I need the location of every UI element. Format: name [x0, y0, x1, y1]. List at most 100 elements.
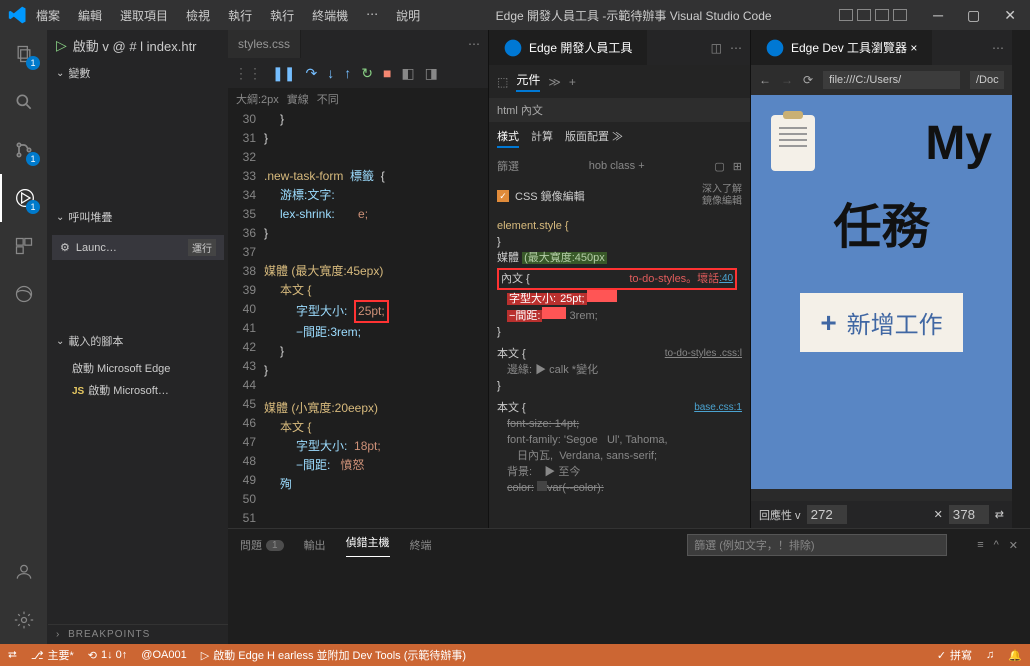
split-icon[interactable]: ◫ [711, 41, 722, 55]
user-status[interactable]: @OA001 [141, 649, 186, 661]
more-tabs[interactable]: ≫ [548, 75, 561, 89]
layout-btn-3[interactable] [875, 9, 889, 21]
height-input[interactable] [949, 505, 989, 524]
inspect-icon[interactable]: ⬚ [497, 75, 508, 89]
code-lines[interactable]: } } .new-task-form 標籤 { 游標:文字: lex-shrin… [264, 110, 488, 528]
breadcrumb[interactable]: 大綱:2px 實線 不同 [228, 88, 488, 110]
minimize-button[interactable]: ─ [927, 5, 949, 25]
back-button[interactable]: ← [759, 73, 771, 87]
activity-source-control[interactable]: 1 [0, 126, 48, 174]
layout-btn-4[interactable] [893, 9, 907, 21]
more-icon[interactable]: ⋯ [468, 37, 480, 51]
activity-settings[interactable] [0, 596, 48, 644]
styles-rules[interactable]: element.style { } 媒體 (最大寬度:450px 內文 { to… [489, 214, 750, 500]
more-icon[interactable]: ⋯ [730, 41, 742, 55]
hov-cls[interactable]: hob class + [527, 160, 706, 172]
menu-file[interactable]: 檔案 [28, 3, 68, 28]
url-bar[interactable]: file:///C:/Users/ [823, 71, 960, 89]
breakpoints-header[interactable]: › BREAKPOINTS [48, 624, 228, 644]
scripts-header[interactable]: ⌄ 載入的腳本 [48, 329, 228, 353]
maximize-button[interactable]: ▢ [961, 5, 986, 26]
tab-styles[interactable]: 様式 [497, 128, 519, 148]
activity-search[interactable] [0, 78, 48, 126]
tab-output[interactable]: 輸出 [304, 537, 326, 553]
menu-more[interactable]: ⋯ [358, 3, 386, 28]
mirror-edit-link[interactable]: 鏡像編輯 [702, 196, 742, 208]
notifications-icon[interactable]: 🔔 [1008, 647, 1022, 663]
clear-icon[interactable]: ≡ [977, 539, 983, 552]
activity-extensions[interactable] [0, 222, 48, 270]
reload-button[interactable]: ⟳ [803, 73, 813, 87]
menu-edit[interactable]: 編輯 [70, 3, 110, 28]
branch-status[interactable]: ⎇ 主要* [31, 647, 74, 663]
menu-terminal[interactable]: 終端機 [304, 3, 356, 28]
maximize-panel-icon[interactable]: ^ [994, 539, 999, 552]
learn-more-link[interactable]: 深入了解 [702, 184, 742, 196]
panel-filter[interactable]: 篩選 (例如文字，！排除) [687, 534, 947, 556]
menu-go[interactable]: 執行 [220, 3, 260, 28]
activity-debug[interactable]: 1 [0, 174, 48, 222]
activity-account[interactable] [0, 548, 48, 596]
callstack-item[interactable]: ⚙ Launc… 運行 [52, 235, 224, 260]
menu-help[interactable]: 說明 [388, 3, 428, 28]
tab-computed[interactable]: 計算 [531, 128, 553, 148]
menu-run[interactable]: 執行 [262, 3, 302, 28]
forward-button[interactable]: → [781, 73, 793, 87]
devtools-tab[interactable]: Edge 開發人員工具 [489, 30, 647, 65]
tab-layout[interactable]: 版面配置 ≫ [565, 128, 623, 148]
horizontal-scrollbar[interactable] [751, 489, 1012, 501]
toolbar-btn[interactable]: ◨ [425, 65, 438, 82]
activity-explorer[interactable]: 1 [0, 30, 48, 78]
tab-debug-console[interactable]: 偵錯主機 [346, 534, 390, 557]
rotate-icon[interactable]: ⇄ [995, 508, 1004, 521]
menu-bar: 檔案 編輯 選取項目 檢視 執行 執行 終端機 ⋯ 說明 [28, 3, 428, 28]
page-preview[interactable]: My 任務 + 新增工作 [751, 95, 1012, 489]
step-out-button[interactable]: ↑ [344, 65, 351, 81]
script-item[interactable]: 啟動 Microsoft Edge [52, 357, 224, 379]
editor-tab-styles[interactable]: styles.css [228, 30, 301, 58]
edge-icon [503, 38, 523, 58]
layout-btn-1[interactable] [839, 9, 853, 21]
dom-breadcrumb[interactable]: html 內文 [489, 98, 750, 122]
debug-config-header[interactable]: ▷ 啟動 v @ # l index.htr [48, 30, 228, 61]
more-icon[interactable]: ⋯ [992, 41, 1004, 55]
callstack-header[interactable]: ⌄ 呼叫堆疊 [48, 205, 228, 229]
responsive-label[interactable]: 回應性 v [759, 507, 801, 523]
toolbar-btn[interactable]: ◧ [401, 65, 414, 82]
spell-status[interactable]: ✓ 拼寫 [937, 647, 972, 663]
close-panel-icon[interactable]: ✕ [1009, 539, 1018, 552]
menu-view[interactable]: 檢視 [178, 3, 218, 28]
new-rule-icon[interactable]: ▢ [714, 160, 724, 173]
flex-icon[interactable]: ⊞ [733, 160, 742, 173]
pause-button[interactable]: ❚❚ [272, 65, 295, 82]
code-body[interactable]: 3031323334353637383940414243444546474849… [228, 110, 488, 528]
browser-tab[interactable]: Edge Dev 工具瀏覽器 × [751, 30, 932, 65]
layout-btn-2[interactable] [857, 9, 871, 21]
tab-terminal[interactable]: 終端 [410, 537, 432, 553]
remote-indicator[interactable]: ⮂ [8, 649, 17, 662]
drag-handle-icon[interactable]: ⋮⋮ [234, 65, 262, 82]
close-button[interactable]: ✕ [998, 5, 1022, 26]
add-tab[interactable]: + [569, 75, 576, 89]
debug-status[interactable]: ▷ 啟動 Edge H earless 並附加 Dev Tools (示範待辦事… [201, 647, 466, 663]
scripts-body: 啟動 Microsoft Edge JS啟動 Microsoft… [48, 353, 228, 624]
feedback-icon[interactable]: ♫ [986, 647, 994, 663]
width-input[interactable] [807, 505, 847, 524]
tab-elements[interactable]: 元件 [516, 71, 540, 92]
menu-selection[interactable]: 選取項目 [112, 3, 176, 28]
variables-header[interactable]: ⌄ 變數 [48, 61, 228, 85]
mirror-checkbox[interactable]: ✓ [497, 190, 509, 202]
step-over-button[interactable]: ↷ [305, 65, 317, 82]
add-task-button[interactable]: + 新增工作 [800, 293, 962, 352]
script-item[interactable]: JS啟動 Microsoft… [52, 379, 224, 401]
run-status: 運行 [188, 239, 216, 256]
sync-status[interactable]: ⟲ 1↓ 0↑ [88, 649, 128, 662]
restart-button[interactable]: ↻ [361, 65, 373, 82]
activity-edge[interactable] [0, 270, 48, 318]
tab-problems[interactable]: 問題 1 [240, 537, 284, 553]
stop-button[interactable]: ■ [383, 65, 391, 81]
step-into-button[interactable]: ↓ [327, 65, 334, 81]
explorer-badge: 1 [26, 56, 40, 70]
variables-label: 變數 [68, 65, 90, 81]
editor-area: styles.css ⋯ ⋮⋮ ❚❚ ↷ ↓ ↑ ↻ ■ ◧ ◨ 大綱:2px … [228, 30, 1030, 644]
